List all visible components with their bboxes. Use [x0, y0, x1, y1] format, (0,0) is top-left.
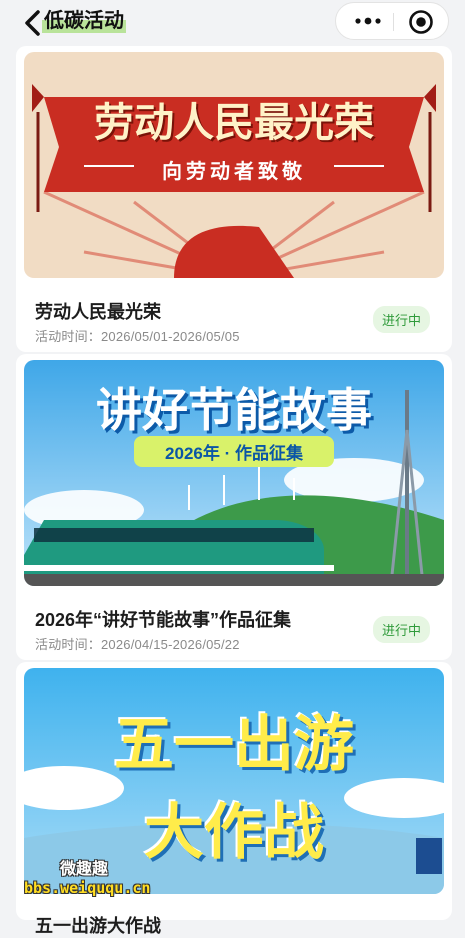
- watermark-line2: bbs.weiququ.cn: [24, 879, 151, 897]
- activity-time: 活动时间：2026/04/15-2026/05/22: [35, 637, 240, 652]
- activity-title: 2026年“讲好节能故事”作品征集: [35, 610, 292, 630]
- activity-title: 五一出游大作战: [35, 916, 161, 936]
- activity-card-2[interactable]: 讲好节能故事 2026年 · 作品征集 2026年“讲好节能故事”作品征集 活动…: [16, 354, 452, 660]
- capsule-divider: [393, 13, 394, 31]
- activity-card-1[interactable]: 劳动人民最光荣 向劳动者致敬 劳动人民最光荣 活动时间：2026/05/01-2…: [16, 46, 452, 352]
- activity-title: 劳动人民最光荣: [35, 302, 161, 322]
- banner-subtitle: 2026年 · 作品征集: [134, 436, 334, 467]
- target-icon[interactable]: [408, 9, 434, 35]
- mini-program-capsule: [335, 2, 449, 40]
- watermark: 微趣趣 bbs.weiququ.cn: [18, 845, 208, 905]
- banner-title: 讲好节能故事: [96, 384, 372, 436]
- banner-title: 劳动人民最光荣: [94, 101, 374, 145]
- activity-time: 活动时间：2026/05/01-2026/05/05: [35, 329, 240, 344]
- more-dots-icon[interactable]: [350, 11, 386, 31]
- watermark-line1: 微趣趣: [60, 861, 109, 878]
- status-badge: 进行中: [372, 306, 430, 333]
- activity-banner-2[interactable]: 讲好节能故事 2026年 · 作品征集: [24, 360, 444, 586]
- navigation-bar: 低碳活动: [0, 0, 465, 46]
- status-badge: 进行中: [372, 616, 430, 643]
- page-title: 低碳活动: [42, 4, 126, 33]
- banner-subtitle: 向劳动者致敬: [162, 161, 306, 183]
- activity-banner-1[interactable]: 劳动人民最光荣 向劳动者致敬: [24, 52, 444, 278]
- chevron-left-icon[interactable]: [22, 10, 44, 36]
- banner-title-line1: 五一出游: [114, 711, 354, 778]
